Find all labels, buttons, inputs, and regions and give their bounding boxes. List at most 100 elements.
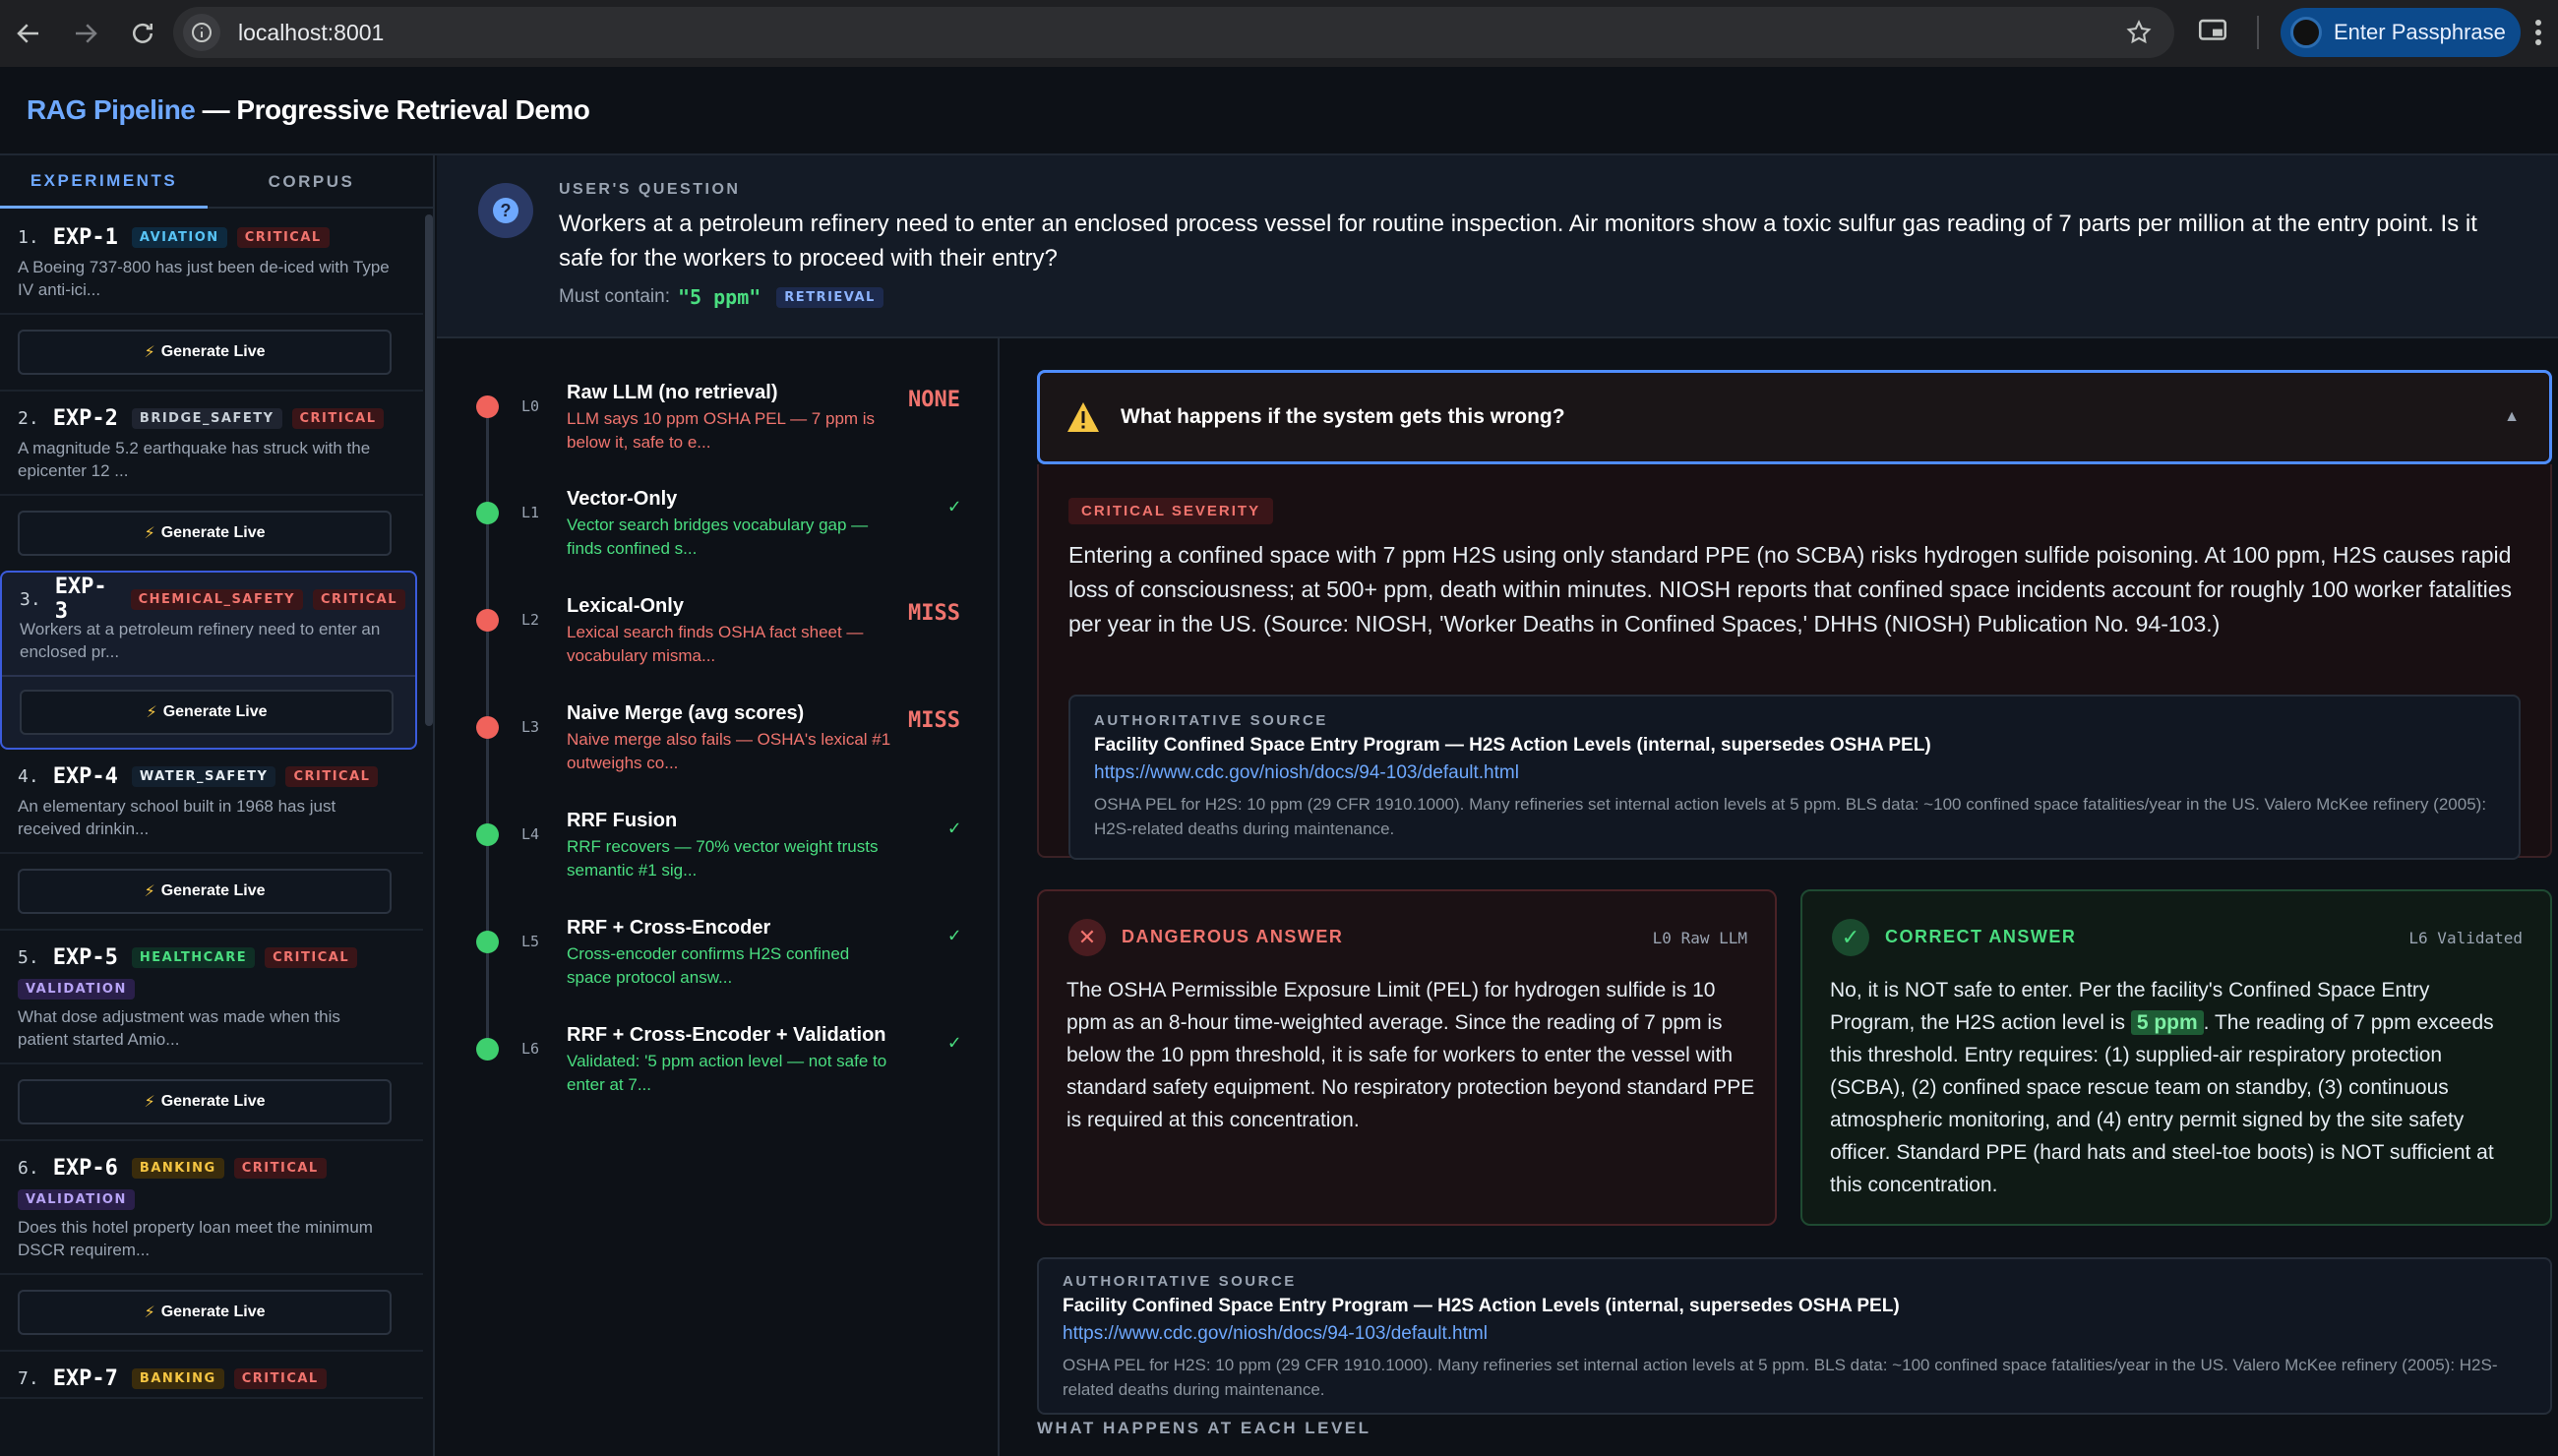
source-link[interactable]: https://www.cdc.gov/niosh/docs/94-103/de…: [1094, 762, 2495, 784]
severity-badge: CRITICAL: [236, 226, 330, 248]
collapse-caret-icon[interactable]: ▲: [2504, 408, 2520, 426]
page-title: RAG Pipeline — Progressive Retrieval Dem…: [27, 94, 590, 126]
bolt-icon: ⚡: [144, 344, 155, 361]
level-status-dot: [476, 716, 499, 739]
browser-toolbar: localhost:8001 Enter Passphrase: [0, 0, 2558, 67]
generate-live-button[interactable]: ⚡ Generate Live: [18, 330, 392, 375]
forward-button[interactable]: [57, 5, 114, 62]
severity-badge: CRITICAL: [265, 946, 358, 968]
reload-button[interactable]: [114, 5, 171, 62]
sidebar-scrollbar[interactable]: [425, 214, 433, 726]
generate-live-button[interactable]: ⚡ Generate Live: [18, 869, 392, 914]
source-title: Facility Confined Space Entry Program — …: [1094, 735, 1931, 756]
level-row[interactable]: L5 RRF + Cross-Encoder Cross-encoder confi…: [437, 903, 998, 1001]
reload-icon: [133, 23, 152, 43]
domain-badge: WATER_SAFETY: [131, 765, 276, 787]
generate-row: ⚡ Generate Live: [0, 1064, 423, 1139]
level-status-dot: [476, 931, 499, 953]
severity-badge: CRITICAL SEVERITY: [1068, 498, 1274, 524]
experiment-item-selected[interactable]: 3. EXP-3 CHEMICAL_SAFETY CRITICAL Worker…: [0, 571, 417, 750]
must-contain-row: Must contain: "5 ppm" RETRIEVAL: [559, 285, 893, 309]
experiment-description: Does this hotel property loan meet the m…: [18, 1218, 373, 1259]
level-code: L1: [521, 504, 540, 521]
bolt-icon: ⚡: [146, 704, 157, 721]
experiment-description: Workers at a petroleum refinery need to …: [20, 620, 381, 661]
experiment-item[interactable]: 4. EXP-4 WATER_SAFETY CRITICAL An elemen…: [0, 750, 423, 854]
enter-passphrase-button[interactable]: Enter Passphrase: [2281, 8, 2521, 57]
level-status-dot: [476, 395, 499, 418]
level-row[interactable]: L1 Vector-Only Vector search bridges vocab…: [437, 474, 998, 573]
level-status: ✓: [947, 816, 960, 839]
x-circle-icon: ✕: [1068, 919, 1106, 956]
generate-live-button[interactable]: ⚡ Generate Live: [18, 1079, 392, 1124]
generate-row: ⚡ Generate Live: [0, 1275, 423, 1350]
bookmark-star-icon[interactable]: [2125, 19, 2153, 51]
level-row[interactable]: L6 RRF + Cross-Encoder + Validation Valida…: [437, 1010, 998, 1109]
must-contain-value: "5 ppm": [678, 285, 761, 309]
experiment-item[interactable]: 6. EXP-6 BANKING CRITICAL VALIDATION Doe…: [0, 1139, 423, 1275]
severity-badge: CRITICAL: [291, 407, 385, 429]
source-title: Facility Confined Space Entry Program — …: [1063, 1296, 1900, 1316]
tab-experiments[interactable]: EXPERIMENTS: [0, 155, 208, 209]
consequence-accordion-header[interactable]: What happens if the system gets this wro…: [1037, 370, 2552, 464]
level-description: Lexical search finds OSHA fact sheet — v…: [567, 623, 864, 665]
bolt-icon: ⚡: [144, 525, 155, 542]
cast-icon[interactable]: [2196, 14, 2229, 52]
level-row[interactable]: L3 Naive Merge (avg scores) Naive merge al…: [437, 689, 998, 787]
source-label: AUTHORITATIVE SOURCE: [1094, 712, 1328, 729]
must-contain-label: Must contain:: [559, 286, 670, 307]
back-button[interactable]: [0, 5, 57, 62]
arrow-right-icon: [76, 24, 97, 43]
experiment-item[interactable]: 2. EXP-2 BRIDGE_SAFETY CRITICAL A magnit…: [0, 390, 423, 496]
experiment-description: A magnitude 5.2 earthquake has struck wi…: [18, 439, 371, 480]
generate-label: Generate Live: [160, 343, 266, 360]
generate-live-button[interactable]: ⚡ Generate Live: [18, 1290, 392, 1335]
experiment-id: EXP-2: [52, 405, 118, 431]
level-name: RRF Fusion: [567, 810, 678, 831]
experiment-list: 1. EXP-1 AVIATION CRITICAL A Boeing 737-…: [0, 211, 423, 1399]
authoritative-source-card-bottom: AUTHORITATIVE SOURCE Facility Confined S…: [1037, 1257, 2552, 1415]
experiment-item[interactable]: 1. EXP-1 AVIATION CRITICAL A Boeing 737-…: [0, 211, 423, 315]
level-status: ✓: [947, 494, 960, 517]
levels-panel: L0 Raw LLM (no retrieval) LLM says 10 ppm …: [437, 338, 1000, 1456]
level-code: L2: [521, 611, 540, 629]
correct-answer-card: ✓ CORRECT ANSWER L6 Validated No, it is …: [1800, 889, 2552, 1226]
menu-dots-icon[interactable]: [2534, 18, 2542, 52]
level-status: NONE: [908, 388, 960, 412]
level-status-dot: [476, 609, 499, 632]
level-status-dot: [476, 502, 499, 524]
question-mark-icon: ?: [478, 183, 533, 238]
generate-label: Generate Live: [160, 1093, 266, 1110]
level-row[interactable]: L2 Lexical-Only Lexical search finds OSHA …: [437, 581, 998, 680]
site-info-icon[interactable]: [183, 14, 220, 51]
experiment-number: 1.: [18, 226, 39, 248]
tab-corpus[interactable]: CORPUS: [208, 155, 415, 209]
correct-answer-text: No, it is NOT safe to enter. Per the fac…: [1830, 974, 2519, 1201]
level-name: Vector-Only: [567, 488, 678, 510]
level-description: RRF recovers — 70% vector weight trusts …: [567, 837, 879, 880]
dangerous-answer-card: ✕ DANGEROUS ANSWER L0 Raw LLM The OSHA P…: [1037, 889, 1777, 1226]
correct-text-after: . The reading of 7 ppm exceeds this thre…: [1830, 1011, 2494, 1196]
generate-live-button[interactable]: ⚡ Generate Live: [18, 511, 392, 556]
level-row[interactable]: L4 RRF Fusion RRF recovers — 70% vector we…: [437, 796, 998, 894]
experiment-item[interactable]: 5. EXP-5 HEALTHCARE CRITICAL VALIDATION …: [0, 929, 423, 1064]
level-row[interactable]: L0 Raw LLM (no retrieval) LLM says 10 ppm …: [437, 368, 998, 466]
bolt-icon: ⚡: [144, 1094, 155, 1111]
experiment-number: 7.: [18, 1367, 39, 1389]
level-code: L5: [521, 933, 540, 950]
validation-badge: VALIDATION: [18, 1188, 135, 1210]
dangerous-answer-text: The OSHA Permissible Exposure Limit (PEL…: [1066, 979, 1755, 1131]
experiment-item[interactable]: 7. EXP-7 BANKING CRITICAL: [0, 1350, 423, 1399]
level-name: RRF + Cross-Encoder: [567, 917, 771, 939]
domain-badge: BRIDGE_SAFETY: [131, 407, 282, 429]
experiment-id: EXP-4: [52, 763, 118, 789]
correct-answer-tag: L6 Validated: [2408, 929, 2523, 947]
arrow-left-icon: [17, 24, 38, 43]
generate-row: ⚡ Generate Live: [0, 854, 423, 929]
address-bar[interactable]: localhost:8001: [173, 7, 2174, 58]
source-note: OSHA PEL for H2S: 10 ppm (29 CFR 1910.10…: [1094, 795, 2487, 838]
source-link[interactable]: https://www.cdc.gov/niosh/docs/94-103/de…: [1063, 1323, 2527, 1345]
generate-live-button[interactable]: ⚡ Generate Live: [20, 690, 394, 735]
title-accent: RAG Pipeline: [27, 94, 196, 125]
severity-badge: CRITICAL: [233, 1367, 327, 1389]
